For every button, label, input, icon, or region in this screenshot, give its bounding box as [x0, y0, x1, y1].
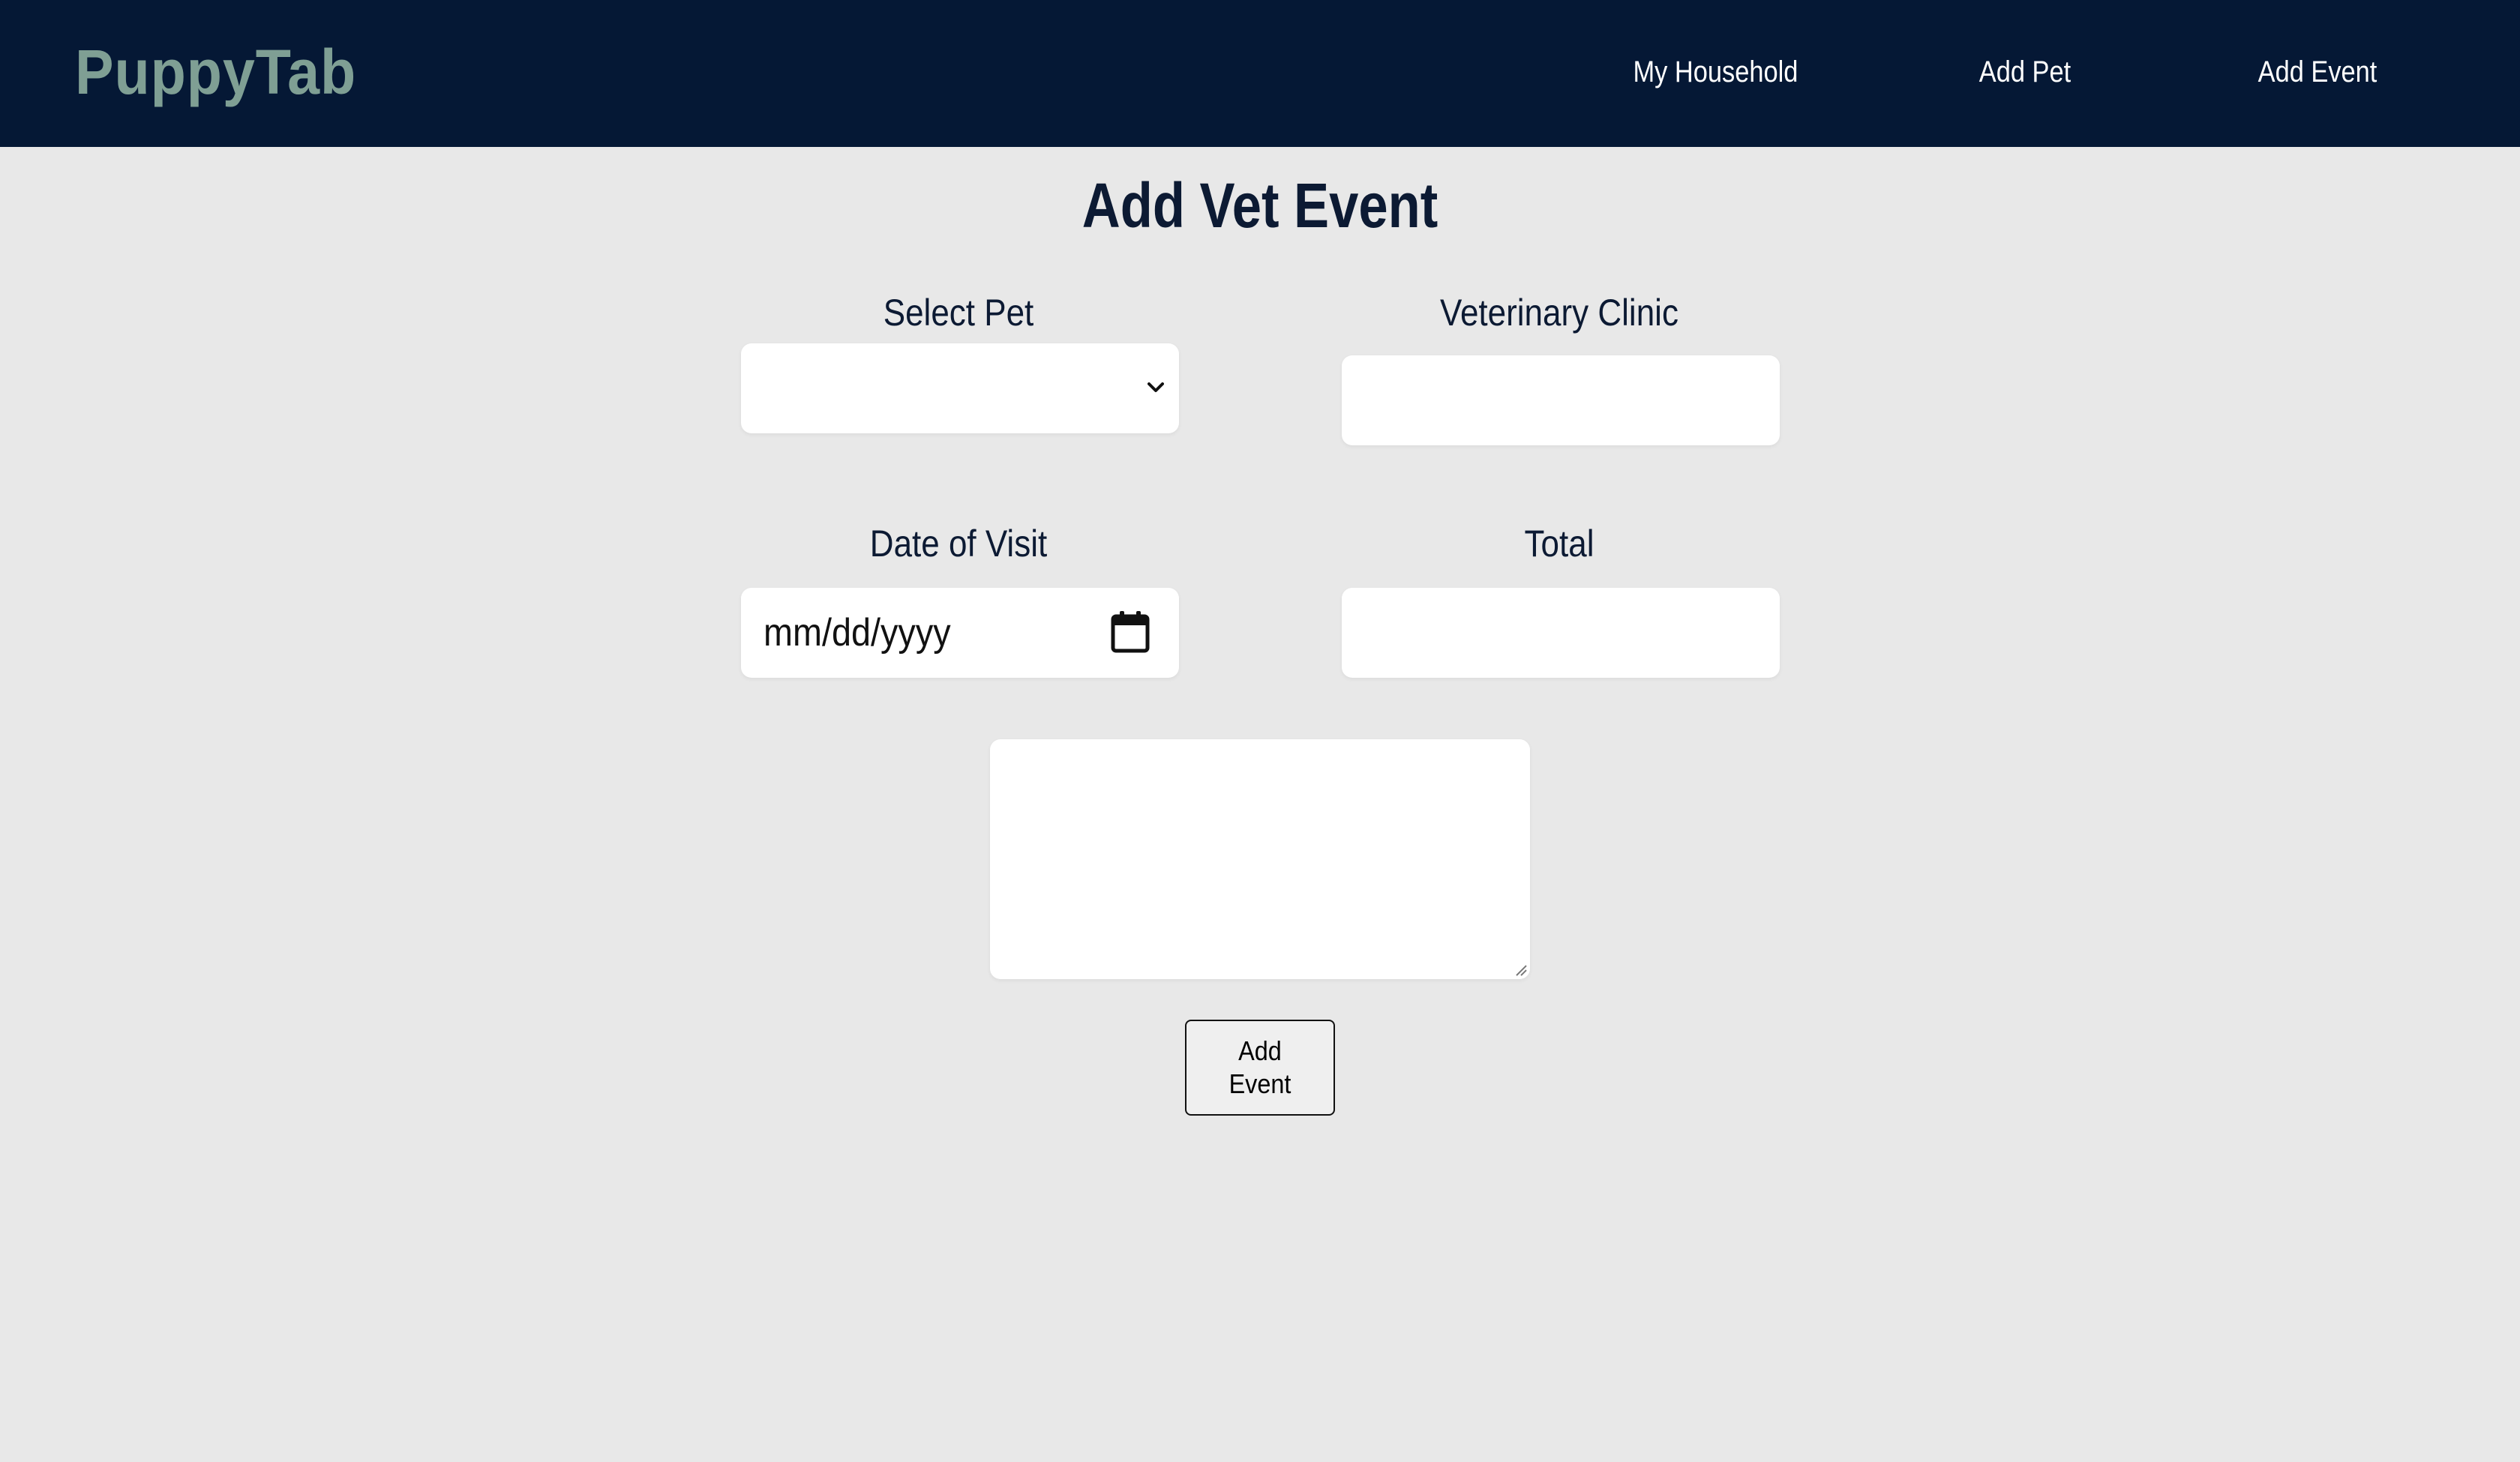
total-input[interactable] — [1342, 588, 1780, 678]
brand-logo[interactable]: PuppyTab — [75, 36, 356, 109]
chevron-down-icon — [1144, 376, 1167, 399]
top-navbar: PuppyTab My Household Add Pet Add Event — [0, 0, 2520, 147]
veterinary-clinic-label: Veterinary Clinic — [1440, 292, 1678, 334]
calendar-icon[interactable] — [1110, 610, 1150, 654]
page-title: Add Vet Event — [1082, 170, 1438, 241]
date-of-visit-label: Date of Visit — [869, 523, 1048, 565]
nav-my-household[interactable]: My Household — [1634, 55, 1798, 89]
total-label: Total — [1524, 523, 1594, 565]
select-pet-label: Select Pet — [883, 292, 1034, 334]
veterinary-clinic-input[interactable] — [1342, 355, 1780, 445]
nav-add-pet[interactable]: Add Pet — [1967, 55, 2084, 89]
date-of-visit-input[interactable]: mm/dd/yyyy — [741, 588, 1179, 678]
resize-grip-icon[interactable] — [1514, 963, 1527, 976]
notes-textarea[interactable] — [990, 739, 1530, 979]
date-placeholder: mm/dd/yyyy — [764, 611, 951, 655]
add-event-button-label: Add Event — [1228, 1035, 1292, 1099]
select-pet-dropdown[interactable] — [741, 343, 1179, 433]
nav-add-event[interactable]: Add Event — [2253, 55, 2382, 89]
add-event-button[interactable]: Add Event — [1185, 1020, 1335, 1116]
